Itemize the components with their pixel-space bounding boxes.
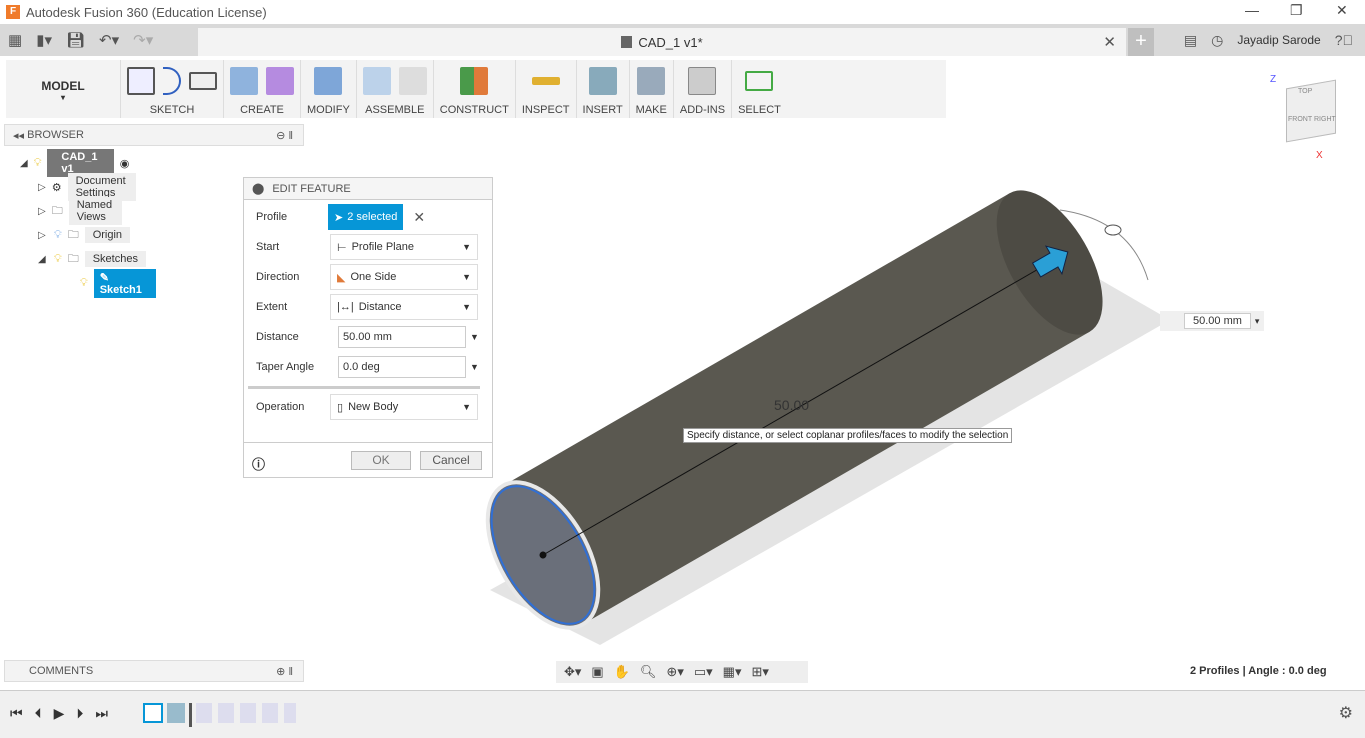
edit-feature-dialog: ⬤ EDIT FEATURE Profile ➤ 2 selected ✕ Start ⊢… bbox=[243, 177, 493, 478]
timeline-settings-gear-icon[interactable]: ⚙ bbox=[1339, 703, 1353, 723]
distance-dropdown-icon[interactable]: ▼ bbox=[470, 332, 479, 342]
dialog-title: EDIT FEATURE bbox=[272, 182, 351, 195]
timeline-marker[interactable] bbox=[189, 703, 192, 727]
start-dropdown[interactable]: ⊢ Profile Plane ▼ bbox=[330, 234, 478, 260]
taper-dropdown-icon[interactable]: ▼ bbox=[470, 362, 479, 372]
profile-label: Profile bbox=[256, 211, 288, 223]
step-forward-icon[interactable]: ⏵ bbox=[76, 705, 83, 722]
start-value: Profile Plane bbox=[351, 241, 414, 253]
grid-icon[interactable]: ▦▾ bbox=[723, 664, 742, 680]
viewcube-x-axis: X bbox=[1316, 150, 1323, 161]
viewcube-right[interactable]: RIGHT bbox=[1314, 116, 1336, 123]
viewport-canvas[interactable]: 50.00 bbox=[0, 0, 1365, 738]
collapse-dialog-icon[interactable]: ⬤ bbox=[252, 182, 264, 195]
operation-dropdown[interactable]: ▯ New Body ▼ bbox=[330, 394, 478, 420]
fit-icon[interactable]: ⊕▾ bbox=[666, 664, 683, 680]
info-icon[interactable]: ⓘ bbox=[252, 454, 265, 473]
new-body-icon: ▯ bbox=[337, 401, 344, 414]
footer-divider bbox=[244, 442, 492, 443]
distance-manipulator-box[interactable]: 50.00 mm ▾ bbox=[1160, 311, 1264, 331]
viewcube[interactable]: TOP FRONT RIGHT Z X bbox=[1268, 74, 1348, 164]
display-settings-icon[interactable]: ▭▾ bbox=[694, 664, 713, 680]
profile-selection-button[interactable]: ➤ 2 selected bbox=[328, 204, 404, 230]
taper-angle-input[interactable]: 0.0 deg bbox=[338, 356, 466, 378]
taper-angle-label: Taper Angle bbox=[256, 361, 315, 373]
ok-button[interactable]: OK bbox=[351, 451, 411, 470]
viewcube-top[interactable]: TOP bbox=[1298, 88, 1312, 95]
add-comment-icon[interactable]: ⊕ ‖ bbox=[276, 665, 293, 678]
operation-value: New Body bbox=[348, 401, 399, 413]
extent-value: Distance bbox=[358, 301, 402, 313]
start-label: Start bbox=[256, 241, 280, 253]
dimension-label: 50.00 bbox=[774, 397, 809, 413]
clear-selection-icon[interactable]: ✕ bbox=[413, 209, 425, 226]
timeline: ⏮ ⏴ ▶ ⏵ ⏭ ⚙ bbox=[0, 690, 1365, 738]
status-text: 2 Profiles | Angle : 0.0 deg bbox=[1190, 665, 1327, 677]
direction-value: One Side bbox=[350, 271, 397, 283]
orbit-icon[interactable]: ✥▾ bbox=[564, 664, 581, 680]
distance-input[interactable]: 50.00 mm bbox=[338, 326, 466, 348]
profile-selected-count: 2 selected bbox=[347, 211, 398, 223]
step-back-icon[interactable]: ⏴ bbox=[35, 705, 42, 722]
viewcube-z-axis: Z bbox=[1270, 74, 1277, 85]
look-at-icon[interactable]: ▣ bbox=[591, 664, 603, 680]
go-to-start-icon[interactable]: ⏮ bbox=[10, 705, 23, 722]
comments-title: COMMENTS bbox=[29, 665, 94, 677]
navigation-bar: ✥▾ ▣ ✋ 🔍︎ ⊕▾ ▭▾ ▦▾ ⊞▾ bbox=[556, 661, 808, 683]
profile-plane-icon: ⊢ bbox=[337, 241, 347, 254]
distance-label: Distance bbox=[256, 331, 299, 343]
operation-label: Operation bbox=[256, 401, 305, 413]
one-side-icon: ◣ bbox=[337, 271, 346, 284]
cursor-icon: ➤ bbox=[334, 211, 344, 224]
taper-handle[interactable] bbox=[1104, 224, 1122, 236]
cancel-button[interactable]: Cancel bbox=[420, 451, 482, 470]
extent-label: Extent bbox=[256, 301, 288, 313]
go-to-end-icon[interactable]: ⏭ bbox=[95, 705, 108, 722]
timeline-sketch-icon[interactable] bbox=[143, 703, 163, 723]
timeline-suppressed-features[interactable] bbox=[196, 703, 296, 723]
direction-label: Direction bbox=[256, 271, 300, 283]
distance-icon: |↔| bbox=[337, 301, 354, 313]
tooltip: Specify distance, or select coplanar pro… bbox=[683, 428, 1013, 443]
comments-panel-header[interactable]: COMMENTS ⊕ ‖ bbox=[4, 660, 304, 682]
zoom-icon[interactable]: 🔍︎ bbox=[640, 664, 657, 680]
section-divider bbox=[248, 386, 480, 389]
direction-dropdown[interactable]: ◣ One Side ▼ bbox=[330, 264, 478, 290]
distance-manipulator-input[interactable]: 50.00 mm bbox=[1184, 313, 1251, 329]
play-icon[interactable]: ▶ bbox=[54, 705, 65, 722]
viewports-icon[interactable]: ⊞▾ bbox=[751, 664, 768, 680]
viewcube-front[interactable]: FRONT bbox=[1288, 116, 1312, 123]
pan-icon[interactable]: ✋ bbox=[614, 664, 630, 680]
extent-dropdown[interactable]: |↔| Distance ▼ bbox=[330, 294, 478, 320]
timeline-extrude-icon[interactable] bbox=[167, 703, 185, 723]
